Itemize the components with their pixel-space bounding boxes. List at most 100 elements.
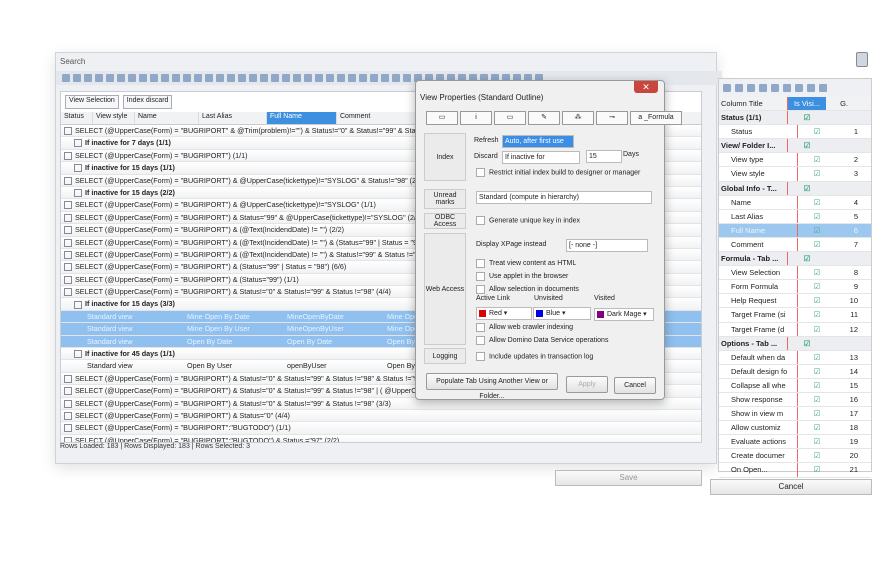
- column-row[interactable]: Target Frame (si ☑ 11: [719, 308, 871, 323]
- toolbar-button-icon[interactable]: [249, 74, 257, 82]
- toolbar-button-icon[interactable]: [117, 74, 125, 82]
- visible-checkbox[interactable]: ☑: [798, 435, 836, 448]
- visible-checkbox[interactable]: ☑: [788, 337, 826, 350]
- panel-toolbar-icon[interactable]: [735, 84, 743, 92]
- toolbar-button-icon[interactable]: [403, 74, 411, 82]
- dialog-tab[interactable]: i: [460, 111, 492, 125]
- panel-toolbar-icon[interactable]: [723, 84, 731, 92]
- column-row[interactable]: View Selection ☑ 8: [719, 266, 871, 281]
- column-row[interactable]: Create documer ☑ 20: [719, 449, 871, 464]
- toolbar-button-icon[interactable]: [260, 74, 268, 82]
- visible-checkbox[interactable]: ☑: [798, 125, 836, 138]
- group-row[interactable]: Global Info - T... ☑: [719, 181, 871, 196]
- dialog-tab[interactable]: ▭: [494, 111, 526, 125]
- days-input[interactable]: 15: [586, 150, 622, 163]
- toolbar-button-icon[interactable]: [370, 74, 378, 82]
- visible-checkbox[interactable]: ☑: [798, 365, 836, 378]
- toolbar-button-icon[interactable]: [205, 74, 213, 82]
- toolbar-button-icon[interactable]: [304, 74, 312, 82]
- cancel-dialog-button[interactable]: Cancel: [614, 377, 656, 394]
- column-row[interactable]: Evaluate actions ☑ 19: [719, 435, 871, 450]
- visible-checkbox[interactable]: ☑: [788, 182, 826, 195]
- expand-toggle-icon[interactable]: [74, 350, 82, 359]
- toolbar-button-icon[interactable]: [337, 74, 345, 82]
- toolbar-button-icon[interactable]: [326, 74, 334, 82]
- apply-button[interactable]: Apply: [566, 376, 608, 393]
- dialog-tab[interactable]: ⁂: [562, 111, 594, 125]
- toolbar-button-icon[interactable]: [150, 74, 158, 82]
- expand-toggle-icon[interactable]: [64, 213, 72, 222]
- toolbar-button-icon[interactable]: [238, 74, 246, 82]
- toolbar-button-icon[interactable]: [73, 74, 81, 82]
- toolbar-button-icon[interactable]: [271, 74, 279, 82]
- expand-toggle-icon[interactable]: [74, 139, 82, 148]
- dialog-tab[interactable]: ✎: [528, 111, 560, 125]
- toolbar-button-icon[interactable]: [183, 74, 191, 82]
- toolbar-button-icon[interactable]: [315, 74, 323, 82]
- column-row[interactable]: On Open... ☑ 21: [719, 463, 871, 478]
- cancel-button[interactable]: Cancel: [710, 479, 872, 495]
- toolbar-button-icon[interactable]: [282, 74, 290, 82]
- toolbar-button-icon[interactable]: [216, 74, 224, 82]
- selection-row[interactable]: SELECT (@UpperCase(Form) = "BUGRIPORT") …: [61, 409, 701, 423]
- toolbar-button-icon[interactable]: [293, 74, 301, 82]
- col-last-alias[interactable]: Last Alias: [199, 112, 267, 124]
- toolbar-button-icon[interactable]: [194, 74, 202, 82]
- tab-view-selection[interactable]: View Selection: [65, 95, 119, 109]
- logging-checkbox[interactable]: Include updates in transaction log: [476, 352, 593, 361]
- expand-toggle-icon[interactable]: [64, 226, 72, 235]
- expand-toggle-icon[interactable]: [64, 387, 72, 396]
- expand-toggle-icon[interactable]: [64, 288, 72, 297]
- toolbar-button-icon[interactable]: [95, 74, 103, 82]
- expand-toggle-icon[interactable]: [64, 424, 72, 433]
- col-full-name[interactable]: Full Name: [267, 112, 337, 124]
- toolbar-button-icon[interactable]: [392, 74, 400, 82]
- column-row[interactable]: Default when da ☑ 13: [719, 350, 871, 365]
- visible-checkbox[interactable]: ☑: [798, 210, 836, 223]
- column-row[interactable]: Target Frame (d ☑ 12: [719, 322, 871, 337]
- visible-checkbox[interactable]: ☑: [798, 280, 836, 293]
- column-row[interactable]: Status ☑ 1: [719, 125, 871, 140]
- unvisited-select[interactable]: Blue ▾: [533, 307, 591, 320]
- restrict-checkbox[interactable]: Restrict initial index build to designer…: [476, 168, 640, 177]
- visible-checkbox[interactable]: ☑: [798, 351, 836, 364]
- column-row[interactable]: Show response ☑ 16: [719, 392, 871, 408]
- toolbar-button-icon[interactable]: [348, 74, 356, 82]
- group-row[interactable]: Options - Tab ... ☑: [719, 336, 871, 351]
- unique-key-checkbox[interactable]: Generate unique key in index: [476, 216, 580, 225]
- active-link-select[interactable]: Red ▾: [476, 307, 532, 320]
- g-header[interactable]: G.: [826, 97, 848, 110]
- visited-select[interactable]: Dark Mage ▾: [594, 308, 654, 321]
- toolbar-button-icon[interactable]: [381, 74, 389, 82]
- visible-checkbox[interactable]: ☑: [798, 308, 836, 321]
- column-row[interactable]: Comment ☑ 7: [719, 237, 871, 253]
- is-visible-header[interactable]: Is Visi...: [788, 97, 826, 111]
- col-title-header[interactable]: Column Title: [719, 97, 788, 111]
- expand-toggle-icon[interactable]: [64, 374, 72, 383]
- expand-toggle-icon[interactable]: [64, 275, 72, 284]
- panel-toolbar-icon[interactable]: [783, 84, 791, 92]
- refresh-select[interactable]: Auto, after first use: [502, 135, 574, 148]
- visible-checkbox[interactable]: ☑: [798, 421, 836, 434]
- visible-checkbox[interactable]: ☑: [788, 111, 826, 124]
- visible-checkbox[interactable]: ☑: [798, 449, 836, 462]
- toolbar-button-icon[interactable]: [62, 74, 70, 82]
- xpage-select[interactable]: [- none -]: [566, 239, 648, 252]
- dialog-tab[interactable]: ▭: [426, 111, 458, 125]
- visible-checkbox[interactable]: ☑: [798, 153, 836, 166]
- col-status[interactable]: Status: [61, 112, 93, 124]
- column-row[interactable]: Form Formula ☑ 9: [719, 280, 871, 295]
- col-name[interactable]: Name: [135, 112, 199, 124]
- discard-select[interactable]: If inactive for: [502, 151, 580, 164]
- panel-toolbar-icon[interactable]: [759, 84, 767, 92]
- expand-toggle-icon[interactable]: [64, 238, 72, 247]
- column-row[interactable]: Show in view m ☑ 17: [719, 407, 871, 422]
- panel-toolbar-icon[interactable]: [747, 84, 755, 92]
- visible-checkbox[interactable]: ☑: [798, 323, 836, 336]
- expand-toggle-icon[interactable]: [74, 164, 82, 173]
- expand-toggle-icon[interactable]: [64, 399, 72, 408]
- visible-checkbox[interactable]: ☑: [798, 238, 836, 251]
- visible-checkbox[interactable]: ☑: [798, 266, 836, 279]
- column-row[interactable]: Full Name ☑ 6: [719, 223, 871, 238]
- dialog-tab[interactable]: a _Formula: [630, 111, 682, 125]
